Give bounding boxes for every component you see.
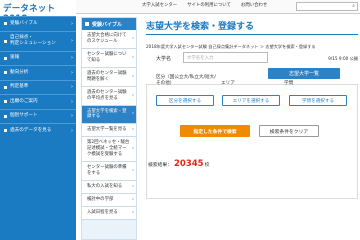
search-button[interactable]: 指定した条件で検索 xyxy=(180,125,250,137)
clear-button[interactable]: 検索条件をクリア xyxy=(259,125,319,137)
university-list-button[interactable]: 志望大学一覧 xyxy=(268,68,340,79)
nav-item-label: 動向分析 xyxy=(10,69,29,75)
heading-square-icon xyxy=(85,22,89,26)
title-divider xyxy=(146,34,358,35)
nav-item-news[interactable]: 速報 › xyxy=(0,50,76,66)
bullet-icon xyxy=(4,39,7,43)
bullet-icon xyxy=(4,129,7,133)
search-results: 検索結果： 20345 校 xyxy=(148,159,209,169)
main-content: 志望大学を検索・登録する 2018年度大学入試センター試験 自己採点集計データネ… xyxy=(146,17,358,240)
top-bar: 大学入試センター サイトの利用について お問い合わせ ⌕ xyxy=(76,0,360,14)
sub-nav-item-label: センター試験の準備をする xyxy=(87,165,127,177)
chevron-right-icon: › xyxy=(71,38,73,44)
nav-item-criteria[interactable]: 判定基準 › xyxy=(0,79,76,95)
chevron-right-icon: › xyxy=(132,35,134,42)
sub-nav-heading: 受験バイブル xyxy=(82,18,136,30)
sub-nav-item-label: 入試日程を見る xyxy=(87,209,118,215)
top-links: 大学入試センター サイトの利用について お問い合わせ xyxy=(142,2,267,8)
results-unit: 校 xyxy=(204,163,210,168)
sub-nav-item-label: 過去のセンター試験の平均点を見る xyxy=(87,89,127,101)
chevron-right-icon: › xyxy=(132,111,134,118)
area-label: エリア xyxy=(221,81,235,86)
chevron-right-icon: › xyxy=(132,209,134,216)
bullet-icon xyxy=(4,71,7,75)
sub-nav-item-label: センター試験について知る xyxy=(87,51,127,63)
university-name-label: 大学名 xyxy=(156,56,172,62)
sub-nav-item-label: 第2回ベネッセ・駿台記述模試・全統マーク模試を受験する xyxy=(87,140,130,158)
sub-nav-item-label: 志望大学一覧を見る xyxy=(87,127,127,133)
chevron-right-icon: › xyxy=(132,54,134,61)
bullet-icon xyxy=(4,114,7,118)
publish-date: 9/15 9:00 公開 xyxy=(328,56,358,61)
sub-nav-item-label: 私大の入試を知る xyxy=(87,184,123,189)
results-count: 20345 xyxy=(174,159,204,169)
sub-nav-item-averages[interactable]: 過去のセンター試験の平均点を見る › xyxy=(82,86,136,106)
discipline-select-button[interactable]: 学問を選択する xyxy=(289,95,347,106)
bullet-icon xyxy=(4,100,7,104)
site-logo[interactable]: データネット2018 xyxy=(0,0,76,24)
chevron-right-icon: › xyxy=(71,84,73,91)
top-link-center[interactable]: 大学入試センター xyxy=(142,2,177,8)
category-select-button[interactable]: 区分を選択する xyxy=(156,95,214,106)
chevron-right-icon: › xyxy=(132,73,134,80)
top-link-contact[interactable]: お問い合わせ xyxy=(241,2,267,8)
page-title: 志望大学を検索・登録する xyxy=(146,22,255,32)
site-search-input[interactable]: ⌕ xyxy=(296,2,358,11)
nav-item-label: 過去のデータを見る xyxy=(10,127,52,133)
sub-nav-item-prepare[interactable]: センター試験の準備をする › xyxy=(82,162,136,181)
sub-nav-item-schedule-exams[interactable]: 入試日程を見る › xyxy=(82,206,136,220)
results-label: 検索結果： xyxy=(148,163,172,168)
search-icon[interactable]: ⌕ xyxy=(352,3,355,9)
sub-nav-item-list[interactable]: 志望大学一覧を見る › xyxy=(82,124,136,138)
university-name-input[interactable]: 大学名を入力 xyxy=(183,52,268,63)
sub-nav-item-mock-exam[interactable]: 第2回ベネッセ・駿台記述模試・全統マーク模試を受験する › xyxy=(82,137,136,163)
sub-navigation: 受験バイブル 志望大合格に向けてのスケジュール › センター試験について知る › 過… xyxy=(81,17,137,240)
left-navigation: 受験バイブル › 自己採点・ 判定シミュレーション › 速報 › 動向分析 › 判定基準… xyxy=(0,16,76,240)
nav-item-label: 判定基準 xyxy=(10,84,29,90)
nav-item-label: 出願のご案内 xyxy=(10,98,38,104)
chevron-right-icon: › xyxy=(132,126,134,133)
chevron-right-icon: › xyxy=(71,113,73,120)
nav-item-label: 自己採点・ 判定シミュレーション xyxy=(10,35,56,46)
sub-nav-item-label: 志望大学を検索・登録する xyxy=(87,108,127,120)
chevron-right-icon: › xyxy=(132,145,134,152)
chevron-right-icon: › xyxy=(71,127,73,134)
nav-item-label: 受験バイブル xyxy=(10,20,38,26)
bullet-icon xyxy=(4,85,7,89)
chevron-right-icon: › xyxy=(71,69,73,76)
top-link-usage[interactable]: サイトの利用について xyxy=(187,2,231,8)
chevron-right-icon: › xyxy=(71,20,73,27)
sub-nav-item-faculties[interactable]: 検討中の学部 › xyxy=(82,193,136,207)
bullet-icon xyxy=(4,22,7,26)
nav-item-bible[interactable]: 受験バイブル › xyxy=(0,16,76,31)
chevron-right-icon: › xyxy=(132,196,134,203)
nav-item-past-data[interactable]: 過去のデータを見る › xyxy=(0,123,76,138)
sub-nav-item-search-register[interactable]: 志望大学を検索・登録する › xyxy=(82,105,136,125)
nav-item-trends[interactable]: 動向分析 › xyxy=(0,65,76,80)
sub-nav-item-schedule[interactable]: 志望大合格に向けてのスケジュール › xyxy=(82,30,136,49)
chevron-right-icon: › xyxy=(71,55,73,62)
chevron-right-icon: › xyxy=(71,98,73,105)
nav-item-label: 個別サポート xyxy=(10,113,38,119)
sub-nav-item-label: 過去のセンター試験問題を解く xyxy=(87,70,127,82)
sub-nav-heading-label: 受験バイブル xyxy=(92,21,123,28)
breadcrumb[interactable]: 2018年度大学入試センター試験 自己採点集計データネット ＞ 志望大学を検索・… xyxy=(146,44,316,50)
chevron-right-icon: › xyxy=(132,92,134,99)
sub-nav-item-private-univ[interactable]: 私大の入試を知る › xyxy=(82,181,136,194)
bullet-icon xyxy=(4,56,7,60)
discipline-label: 学問 xyxy=(284,81,294,86)
chevron-right-icon: › xyxy=(132,167,134,174)
sub-nav-item-center-exam[interactable]: センター試験について知る › xyxy=(82,48,136,68)
sub-nav-item-label: 志望大合格に向けてのスケジュール xyxy=(87,33,127,44)
nav-item-self-scoring[interactable]: 自己採点・ 判定シミュレーション › xyxy=(0,30,76,51)
sub-nav-item-past-problems[interactable]: 過去のセンター試験問題を解く › xyxy=(82,67,136,87)
nav-item-application[interactable]: 出願のご案内 › xyxy=(0,94,76,109)
nav-item-label: 速報 xyxy=(10,55,20,61)
nav-item-support[interactable]: 個別サポート › xyxy=(0,108,76,124)
sub-nav-item-label: 検討中の学部 xyxy=(87,196,114,202)
area-select-button[interactable]: エリアを選択する xyxy=(222,95,280,106)
chevron-right-icon: › xyxy=(132,183,134,190)
category-label: 区分（国公立大/私立大/短大/その他） xyxy=(156,75,216,87)
